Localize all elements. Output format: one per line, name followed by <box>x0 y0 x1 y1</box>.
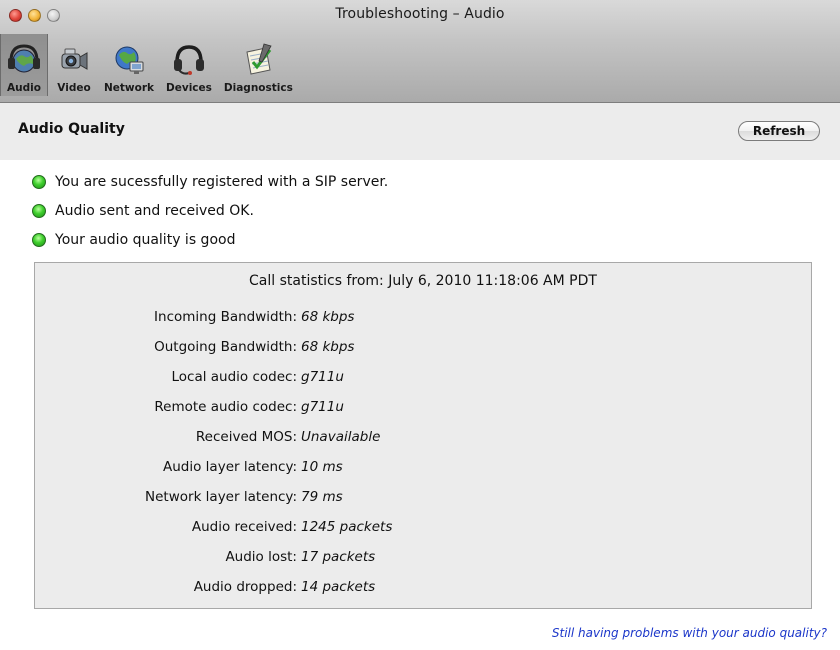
stat-label: Audio dropped: <box>193 579 297 595</box>
tab-network-label: Network <box>104 82 155 94</box>
help-link-audio-quality[interactable]: Still having problems with your audio qu… <box>552 626 827 640</box>
status-item-sip-registration: You are sucessfully registered with a SI… <box>32 174 388 190</box>
stat-value: 1245 packets <box>301 519 393 535</box>
stat-label: Audio lost: <box>225 549 297 565</box>
stat-value: g711u <box>301 369 344 385</box>
main-content: You are sucessfully registered with a SI… <box>0 160 840 650</box>
window-title: Troubleshooting – Audio <box>335 6 505 22</box>
tab-video-label: Video <box>57 82 91 94</box>
call-statistics-panel: Call statistics from: July 6, 2010 11:18… <box>34 262 812 609</box>
status-item-audio-sent: Audio sent and received OK. <box>32 203 254 219</box>
toolbar: Audio Video Network Devices Diagnostics <box>0 34 297 96</box>
section-header: Audio Quality Refresh <box>0 103 840 159</box>
stat-label: Outgoing Bandwidth: <box>154 339 297 355</box>
stat-label: Remote audio codec: <box>154 399 297 415</box>
stat-label: Received MOS: <box>195 429 297 445</box>
tab-video[interactable]: Video <box>52 34 96 96</box>
stats-header: Call statistics from: July 6, 2010 11:18… <box>249 273 597 289</box>
status-text: Audio sent and received OK. <box>55 203 254 219</box>
stat-label: Network layer latency: <box>145 489 297 505</box>
tab-audio-label: Audio <box>7 82 41 94</box>
green-status-icon <box>32 175 46 189</box>
troubleshooting-window: Troubleshooting – Audio Audio Video Netw… <box>0 0 840 650</box>
stat-label: Local audio codec: <box>171 369 297 385</box>
stat-value: 14 packets <box>301 579 376 595</box>
status-text: You are sucessfully registered with a SI… <box>55 174 389 190</box>
stat-value: 17 packets <box>301 549 376 565</box>
status-text: Your audio quality is good <box>55 232 236 248</box>
tab-devices[interactable]: Devices <box>162 34 216 96</box>
video-camera-icon <box>61 48 88 70</box>
stat-value: 79 ms <box>301 489 343 505</box>
tab-diagnostics-label: Diagnostics <box>223 82 293 94</box>
headset-icon <box>173 45 204 75</box>
stat-label: Audio layer latency: <box>163 459 297 475</box>
stat-value: 68 kbps <box>301 309 355 325</box>
stat-label: Incoming Bandwidth: <box>154 309 297 325</box>
tab-network[interactable]: Network <box>100 34 158 96</box>
green-status-icon <box>32 204 46 218</box>
stat-value: g711u <box>301 399 344 415</box>
stat-value: 68 kbps <box>301 339 355 355</box>
tab-devices-label: Devices <box>166 82 212 94</box>
refresh-button[interactable]: Refresh <box>738 121 820 141</box>
diagnostics-notepad-icon <box>246 43 272 75</box>
tab-diagnostics[interactable]: Diagnostics <box>220 34 297 96</box>
tab-audio[interactable]: Audio <box>0 34 48 96</box>
stat-value: 10 ms <box>301 459 343 475</box>
status-item-audio-quality: Your audio quality is good <box>32 232 235 248</box>
green-status-icon <box>32 233 46 247</box>
stat-value: Unavailable <box>301 429 381 445</box>
headset-globe-icon <box>8 44 40 73</box>
network-globe-icon <box>115 46 144 74</box>
stat-label: Audio received: <box>191 519 297 535</box>
page-title: Audio Quality <box>18 121 125 137</box>
title-bar: Troubleshooting – Audio Audio Video Netw… <box>0 0 840 103</box>
